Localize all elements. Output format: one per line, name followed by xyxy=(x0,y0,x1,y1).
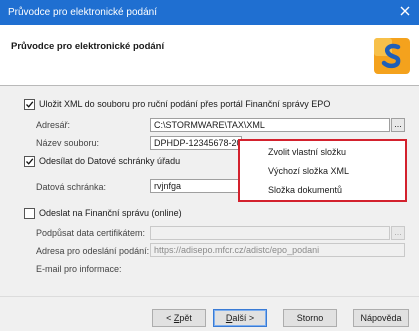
filename-field[interactable]: DPHDP-12345678-20 xyxy=(150,136,242,150)
email-label: E-mail pro informace: xyxy=(36,264,122,274)
menu-item-default-xml-folder[interactable]: Výchozí složka XML xyxy=(268,166,349,176)
certificate-field xyxy=(150,226,390,240)
filename-label: Název souboru: xyxy=(36,138,100,148)
next-label: alší > xyxy=(232,313,255,323)
directory-browse-button[interactable]: ... xyxy=(391,118,405,132)
menu-item-documents-folder[interactable]: Složka dokumentů xyxy=(268,185,342,195)
cancel-button[interactable]: Storno xyxy=(283,309,337,327)
page-title: Průvodce pro elektronické podání xyxy=(11,41,165,52)
close-icon[interactable] xyxy=(397,3,413,19)
directory-field[interactable]: C:\STORMWARE\TAX\XML xyxy=(150,118,390,132)
submit-address-field: https://adisepo.mfcr.cz/adistc/epo_podan… xyxy=(150,243,405,257)
stormware-logo-icon xyxy=(372,36,412,76)
databox-field[interactable]: rvjnfga xyxy=(150,179,242,193)
window-title: Průvodce pro elektronické podání xyxy=(8,7,157,18)
certificate-browse-button: ... xyxy=(391,226,405,240)
back-label: pět xyxy=(179,313,192,323)
save-xml-checkbox[interactable] xyxy=(24,99,35,110)
help-button[interactable]: Nápověda xyxy=(353,309,409,327)
send-online-label: Odeslat na Finanční správu (online) xyxy=(39,208,182,218)
certificate-label: Podpůsat data certifikátem: xyxy=(36,228,146,238)
title-bar: Průvodce pro elektronické podání xyxy=(0,0,419,25)
wizard-header: Průvodce pro elektronické podání xyxy=(0,25,419,86)
folder-context-menu: Zvolit vlastní složku Výchozí složka XML… xyxy=(238,139,407,202)
wizard-footer: < Zpět Další > Storno Nápověda xyxy=(0,296,419,331)
menu-item-custom-folder[interactable]: Zvolit vlastní složku xyxy=(268,147,346,157)
send-databox-label: Odesílat do Datové schránky úřadu xyxy=(39,156,181,166)
back-button[interactable]: < Zpět xyxy=(152,309,206,327)
directory-label: Adresář: xyxy=(36,120,71,130)
databox-label: Datová schránka: xyxy=(36,182,107,192)
save-xml-label: Uložit XML do souboru pro ruční podání p… xyxy=(39,99,331,109)
send-online-checkbox[interactable] xyxy=(24,208,35,219)
send-databox-checkbox[interactable] xyxy=(24,156,35,167)
next-button[interactable]: Další > xyxy=(213,309,267,327)
submit-address-label: Adresa pro odeslání podání: xyxy=(36,246,150,256)
back-prefix: < xyxy=(166,313,174,323)
